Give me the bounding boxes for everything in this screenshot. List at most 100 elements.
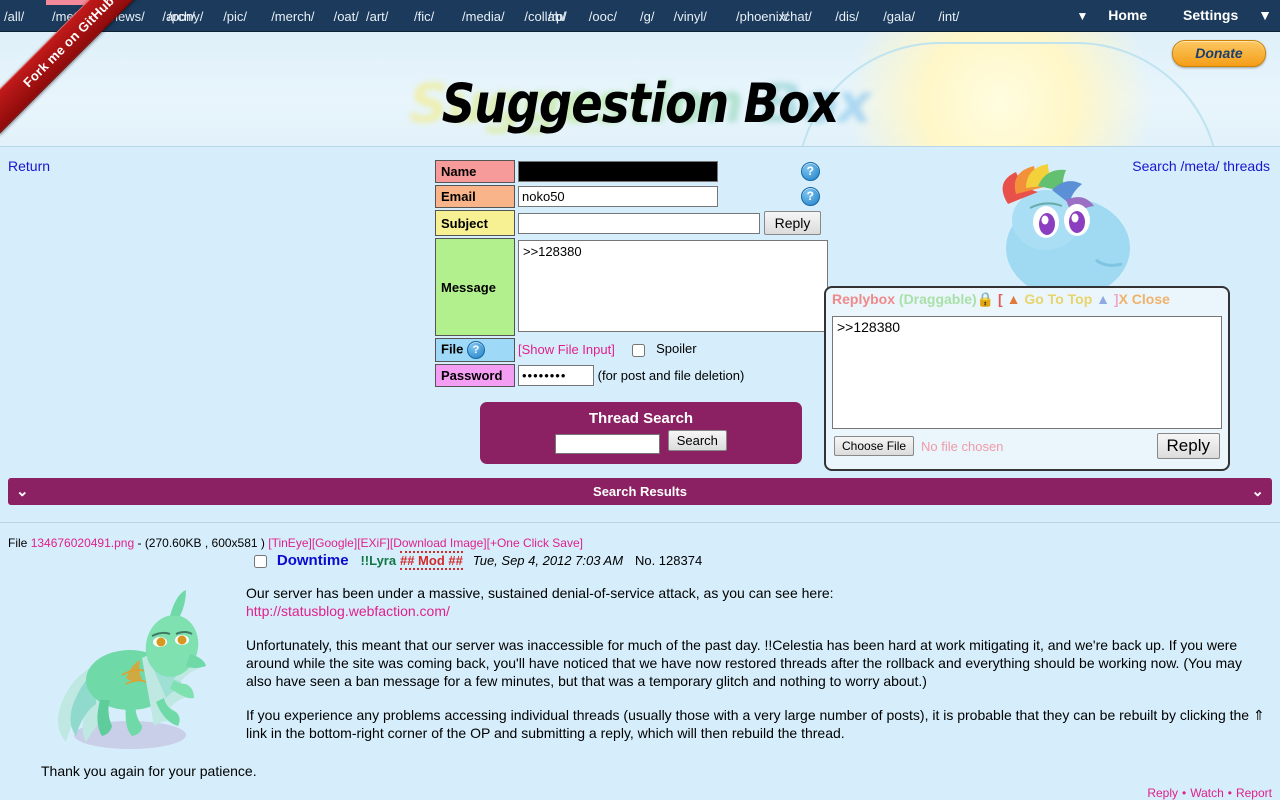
nav-board-chat[interactable]: /chat/ xyxy=(780,9,812,24)
post-select-checkbox[interactable] xyxy=(254,555,267,568)
nav-board-merch[interactable]: /merch/ xyxy=(271,9,314,24)
replybox-title-part-8[interactable]: X Close xyxy=(1119,291,1170,307)
settings-caret-icon: ▼ xyxy=(1258,7,1272,23)
password-note: (for post and file deletion) xyxy=(597,368,745,383)
thread-search-button[interactable]: Search xyxy=(667,430,727,451)
nav-board-ooc[interactable]: /ooc/ xyxy=(589,9,617,24)
donate-button[interactable]: Donate xyxy=(1172,40,1266,67)
post-footer-links[interactable]: Reply • Watch • Report xyxy=(1147,786,1272,800)
site-title-wrap: Suggestion Box Suggestion Box xyxy=(0,72,1280,142)
post-thumbnail-image[interactable] xyxy=(30,570,230,780)
rainbow-dash-mascot-image xyxy=(1002,164,1130,298)
post-header: Downtime !!Lyra ## Mod ## Tue, Sep 4, 20… xyxy=(250,551,702,571)
thread-search-title: Thread Search xyxy=(588,410,694,427)
name-field-label: Name xyxy=(435,160,515,183)
name-help-icon[interactable]: ? xyxy=(800,162,820,181)
replybox-title-part-3[interactable]: [ xyxy=(994,291,1003,307)
email-help-icon[interactable]: ? xyxy=(800,187,820,206)
replybox-textarea[interactable]: >>128380 xyxy=(832,316,1222,429)
spoiler-checkbox[interactable] xyxy=(632,343,646,357)
nav-board-art[interactable]: /art/ xyxy=(366,9,388,24)
no-file-chosen-text: No file chosen xyxy=(921,438,1004,454)
nav-right-links[interactable]: ▼ Home Settings ▼ xyxy=(1060,7,1272,23)
draggable-replybox[interactable]: Replybox (Draggable)🔒 [ ▲ Go To Top ▲ ]X… xyxy=(824,286,1230,471)
search-results-title: Search Results xyxy=(593,484,687,499)
replybox-reply-button[interactable]: Reply xyxy=(1156,433,1220,459)
board-nav-bar[interactable]: /all//meta//news//arch//pony//pic//merch… xyxy=(0,0,1280,32)
nav-board-pony[interactable]: /pony/ xyxy=(168,9,203,24)
post-file-info-line: File 134676020491.png - (270.60KB , 600x… xyxy=(8,536,583,550)
nav-settings-link[interactable]: Settings ▼ xyxy=(1167,7,1272,23)
email-input[interactable] xyxy=(518,186,718,207)
nav-board-rp[interactable]: /rp/ xyxy=(548,9,567,24)
password-input[interactable] xyxy=(518,365,594,386)
status-blog-link[interactable]: http://statusblog.webfaction.com/ xyxy=(246,603,450,619)
file-label: File xyxy=(8,536,28,550)
name-input[interactable] xyxy=(518,161,718,182)
subject-input[interactable] xyxy=(518,213,760,234)
file-field-label: File ? xyxy=(435,338,515,362)
post-footer-report-link[interactable]: Report xyxy=(1236,786,1272,800)
nav-settings-label: Settings xyxy=(1183,7,1239,23)
message-textarea[interactable]: >>128380 xyxy=(518,239,828,332)
post-footer-watch-link[interactable]: Watch xyxy=(1190,786,1224,800)
search-results-bar[interactable]: ⌄ Search Results ⌄ xyxy=(8,478,1272,505)
file-link-exif[interactable]: [EXiF] xyxy=(357,536,390,550)
replybox-title-part-5[interactable]: Go To Top xyxy=(1024,291,1092,307)
post-capcode: ## Mod ## xyxy=(399,551,463,571)
replybox-title-part-1[interactable]: (Draggable) xyxy=(895,291,977,307)
file-label-text: File xyxy=(441,341,464,357)
post-form[interactable]: Name ? Email ? Subject Reply Message >>1… xyxy=(433,158,831,389)
header-divider xyxy=(0,146,1280,147)
replybox-title-part-2[interactable]: 🔒 xyxy=(977,291,994,307)
email-field-label: Email xyxy=(435,185,515,208)
replybox-title-part-4[interactable]: ▲ xyxy=(1003,291,1025,307)
collapse-right-chevron-icon[interactable]: ⌄ xyxy=(1251,478,1264,505)
password-field-label: Password xyxy=(435,364,515,387)
nav-board-dis[interactable]: /dis/ xyxy=(835,9,859,24)
replybox-header[interactable]: Replybox (Draggable)🔒 [ ▲ Go To Top ▲ ]X… xyxy=(826,288,1228,313)
reply-submit-button[interactable]: Reply xyxy=(763,211,822,235)
post-closing-line: Thank you again for your patience. xyxy=(41,763,257,779)
post-paragraph-1: Our server has been under a massive, sus… xyxy=(246,584,1270,620)
collapse-left-chevron-icon[interactable]: ⌄ xyxy=(16,478,29,505)
thread-search-panel[interactable]: Thread Search Search xyxy=(480,402,802,464)
nav-board-media[interactable]: /media/ xyxy=(462,9,505,24)
post-body: Our server has been under a massive, sus… xyxy=(246,584,1270,758)
nav-board-oat[interactable]: /oat/ xyxy=(334,9,359,24)
file-link-google[interactable]: [Google] xyxy=(312,536,357,550)
post-subject: Downtime xyxy=(276,552,349,570)
nav-home-link[interactable]: Home xyxy=(1108,7,1147,23)
choose-file-button[interactable]: Choose File xyxy=(834,436,915,456)
page-title: Suggestion Box xyxy=(441,72,839,135)
replybox-title-part-0[interactable]: Replybox xyxy=(832,291,895,307)
search-board-threads-link[interactable]: Search /meta/ threads xyxy=(1132,158,1270,174)
spoiler-label: Spoiler xyxy=(656,341,697,357)
footer-separator-dot: • xyxy=(1227,786,1232,800)
nav-board-int[interactable]: /int/ xyxy=(938,9,959,24)
file-name-link[interactable]: 134676020491.png xyxy=(31,536,134,550)
post-paragraph-2: Unfortunately, this meant that our serve… xyxy=(246,637,1242,689)
nav-board-gala[interactable]: /gala/ xyxy=(883,9,915,24)
nav-board-vinyl[interactable]: /vinyl/ xyxy=(674,9,707,24)
file-link-oneclicksave[interactable]: [+One Click Save] xyxy=(487,536,583,550)
file-link-downloadimage[interactable]: [Download Image] xyxy=(390,536,487,550)
nav-board-all[interactable]: /all/ xyxy=(4,9,24,24)
replybox-title-part-6[interactable]: ▲ xyxy=(1092,291,1114,307)
post-number[interactable]: No. 128374 xyxy=(635,553,702,568)
nav-dropdown-caret-icon[interactable]: ▼ xyxy=(1076,9,1088,23)
nav-board-pic[interactable]: /pic/ xyxy=(223,9,247,24)
nav-board-fic[interactable]: /fic/ xyxy=(414,9,434,24)
file-meta: - (270.60KB , 600x581 ) xyxy=(137,536,265,550)
file-link-tineye[interactable]: [TinEye] xyxy=(268,536,312,550)
nav-board-g[interactable]: /g/ xyxy=(640,9,654,24)
footer-separator-dot: • xyxy=(1182,786,1187,800)
post-footer-reply-link[interactable]: Reply xyxy=(1147,786,1178,800)
thread-search-input[interactable] xyxy=(555,434,661,454)
file-action-links[interactable]: [TinEye][Google][EXiF][Download Image][+… xyxy=(268,536,583,550)
post-paragraph-3: If you experience any problems accessing… xyxy=(246,707,1265,741)
show-file-input-link[interactable]: [Show File Input] xyxy=(518,341,615,356)
file-help-icon[interactable]: ? xyxy=(467,341,486,359)
return-link[interactable]: Return xyxy=(8,158,50,174)
post-paragraph-1-text: Our server has been under a massive, sus… xyxy=(246,585,834,601)
